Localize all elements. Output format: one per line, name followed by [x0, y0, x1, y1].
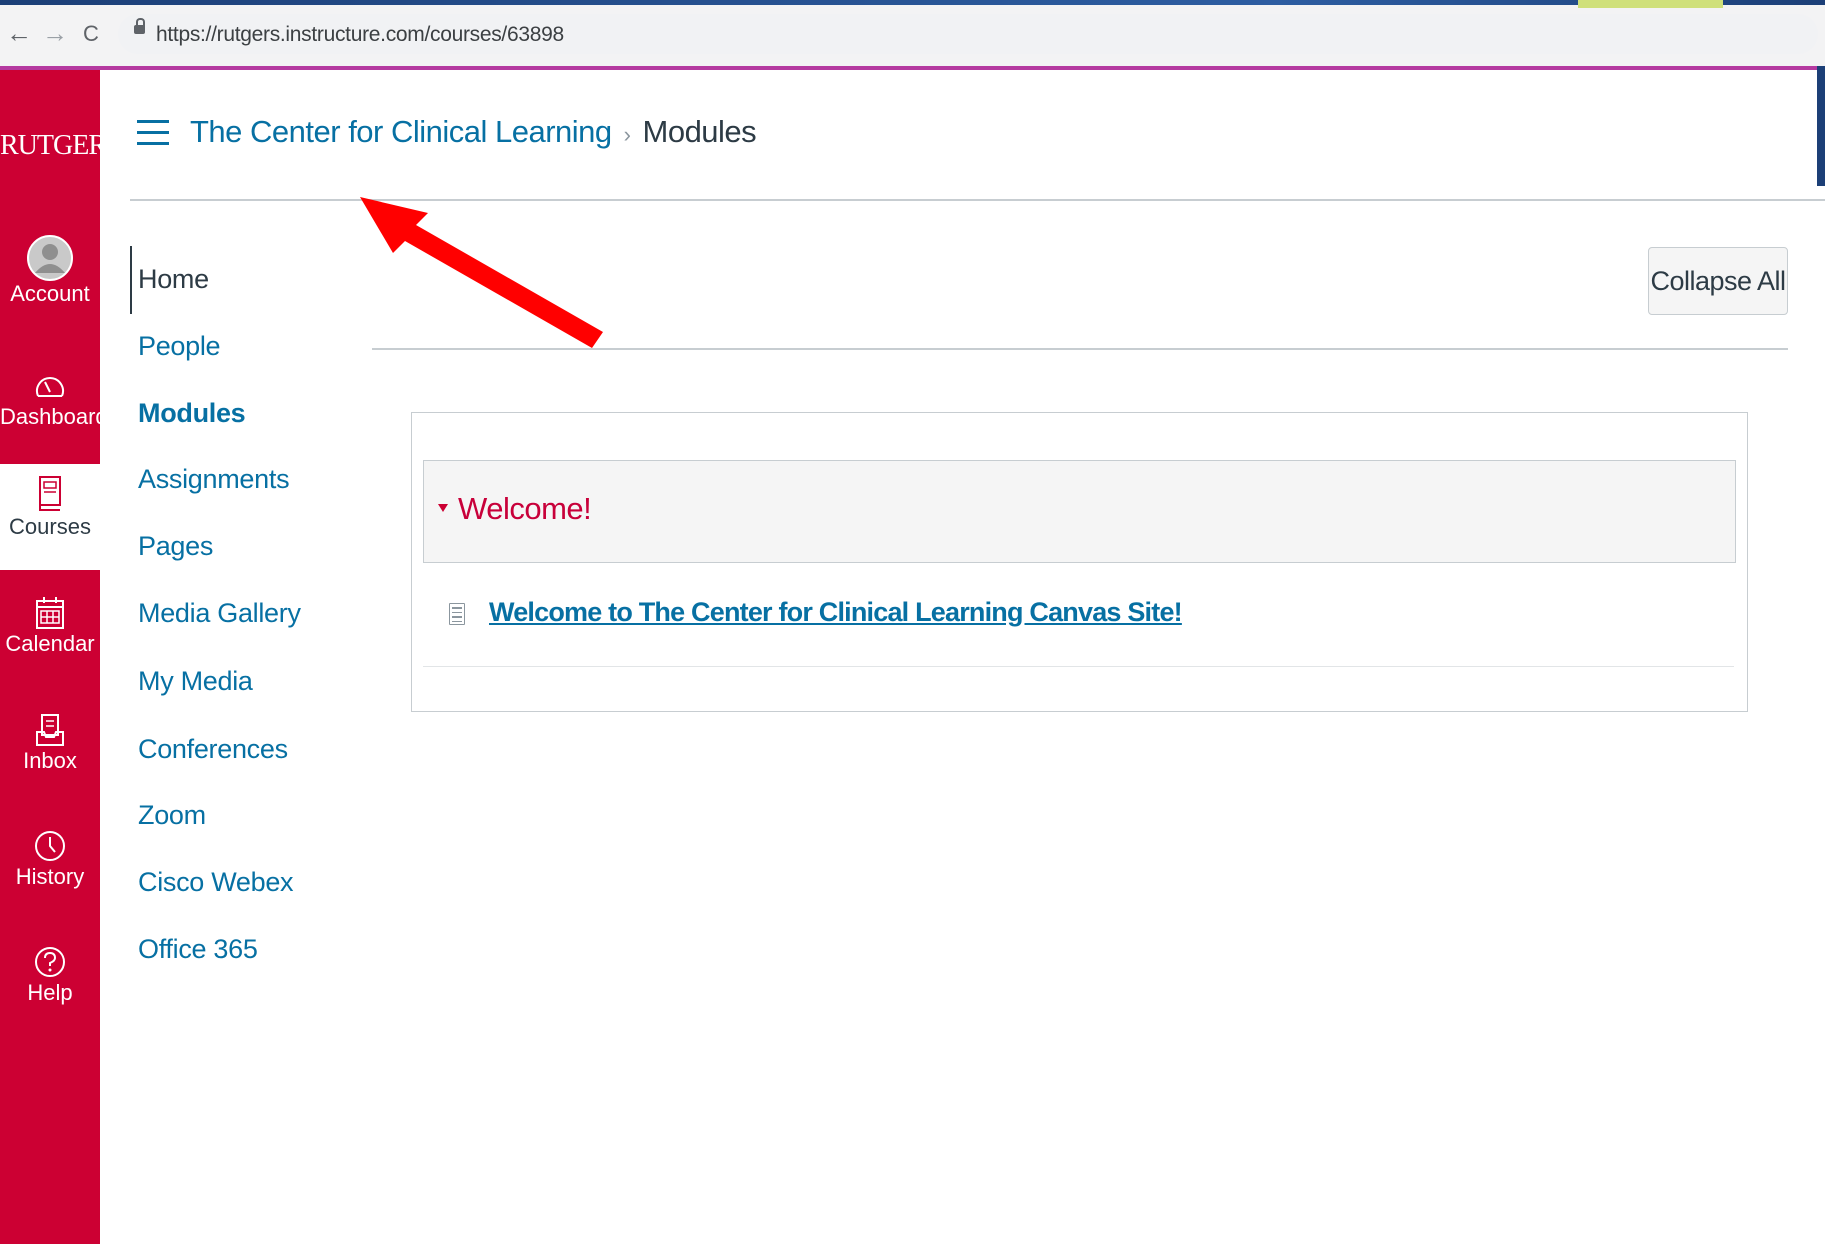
course-nav-office-365[interactable]: Office 365 [138, 934, 258, 965]
module-header[interactable]: Welcome! [423, 460, 1736, 563]
lock-icon [134, 18, 145, 34]
help-icon [35, 947, 65, 977]
address-bar[interactable]: https://rutgers.instructure.com/courses/… [118, 14, 1818, 54]
document-icon [449, 603, 465, 625]
avatar-icon [27, 235, 73, 281]
module-title: Welcome! [458, 491, 592, 526]
reload-icon[interactable]: C [76, 21, 106, 47]
url-text[interactable]: https://rutgers.instructure.com/courses/… [156, 23, 564, 47]
breadcrumb: The Center for Clinical Learning › Modules [190, 114, 757, 150]
course-nav-my-media[interactable]: My Media [138, 666, 253, 697]
back-arrow-icon[interactable]: ← [4, 18, 34, 49]
window-top-strip [0, 0, 1825, 5]
course-nav-people[interactable]: People [138, 331, 221, 362]
course-nav-modules[interactable]: Modules [138, 398, 246, 429]
course-nav-assignments[interactable]: Assignments [138, 464, 290, 495]
history-icon [35, 831, 65, 861]
global-nav-label: Dashboard [0, 404, 108, 429]
forward-arrow-icon[interactable]: → [40, 18, 70, 49]
breadcrumb-course-link[interactable]: The Center for Clinical Learning [190, 114, 612, 149]
global-nav-label: Courses [9, 514, 91, 539]
global-nav-courses[interactable]: Courses [0, 464, 100, 570]
courses-icon [39, 476, 61, 511]
rutgers-logo[interactable]: RUTGERS [0, 130, 122, 162]
global-nav-help[interactable]: Help [0, 944, 100, 1034]
course-nav-media-gallery[interactable]: Media Gallery [138, 598, 301, 629]
module-item-divider [423, 666, 1734, 667]
window-edge [1817, 66, 1825, 186]
annotation-arrow-icon [360, 197, 603, 348]
browser-toolbar: ← → C https://rutgers.instructure.com/co… [0, 0, 1825, 70]
global-nav-label: Calendar [5, 631, 95, 656]
global-nav-history[interactable]: History [0, 828, 100, 918]
global-nav-inbox[interactable]: Inbox [0, 712, 100, 802]
global-nav-label: History [15, 864, 85, 889]
breadcrumb-separator-icon: › [623, 122, 631, 147]
course-nav-home[interactable]: Home [138, 264, 209, 295]
global-nav-label: Help [27, 980, 73, 1005]
tab-accent [1578, 0, 1723, 8]
course-nav-pages[interactable]: Pages [138, 531, 213, 562]
global-nav-label: Inbox [23, 748, 77, 773]
course-nav-cisco-webex[interactable]: Cisco Webex [138, 867, 294, 898]
global-nav-calendar[interactable]: Calendar [0, 595, 100, 685]
hamburger-menu-icon[interactable] [137, 120, 169, 148]
global-nav-dashboard[interactable]: Dashboard [0, 370, 108, 460]
calendar-icon [36, 597, 64, 629]
module-container: Welcome! Welcome to The Center for Clini… [411, 412, 1748, 712]
active-indicator [130, 246, 132, 314]
collapse-all-button[interactable]: Collapse All [1648, 247, 1788, 315]
global-nav-label: Account [10, 281, 90, 306]
dashboard-icon [36, 377, 64, 397]
global-nav-account[interactable]: Account [0, 235, 100, 345]
course-nav-zoom[interactable]: Zoom [138, 800, 206, 831]
module-item-link[interactable]: Welcome to The Center for Clinical Learn… [489, 597, 1183, 628]
global-navigation: RUTGERS Account Dashboard Courses Calend… [0, 70, 122, 1244]
caret-down-icon[interactable] [438, 504, 448, 512]
course-nav-conferences[interactable]: Conferences [138, 734, 288, 765]
breadcrumb-current: Modules [642, 114, 757, 149]
inbox-icon [36, 714, 64, 746]
